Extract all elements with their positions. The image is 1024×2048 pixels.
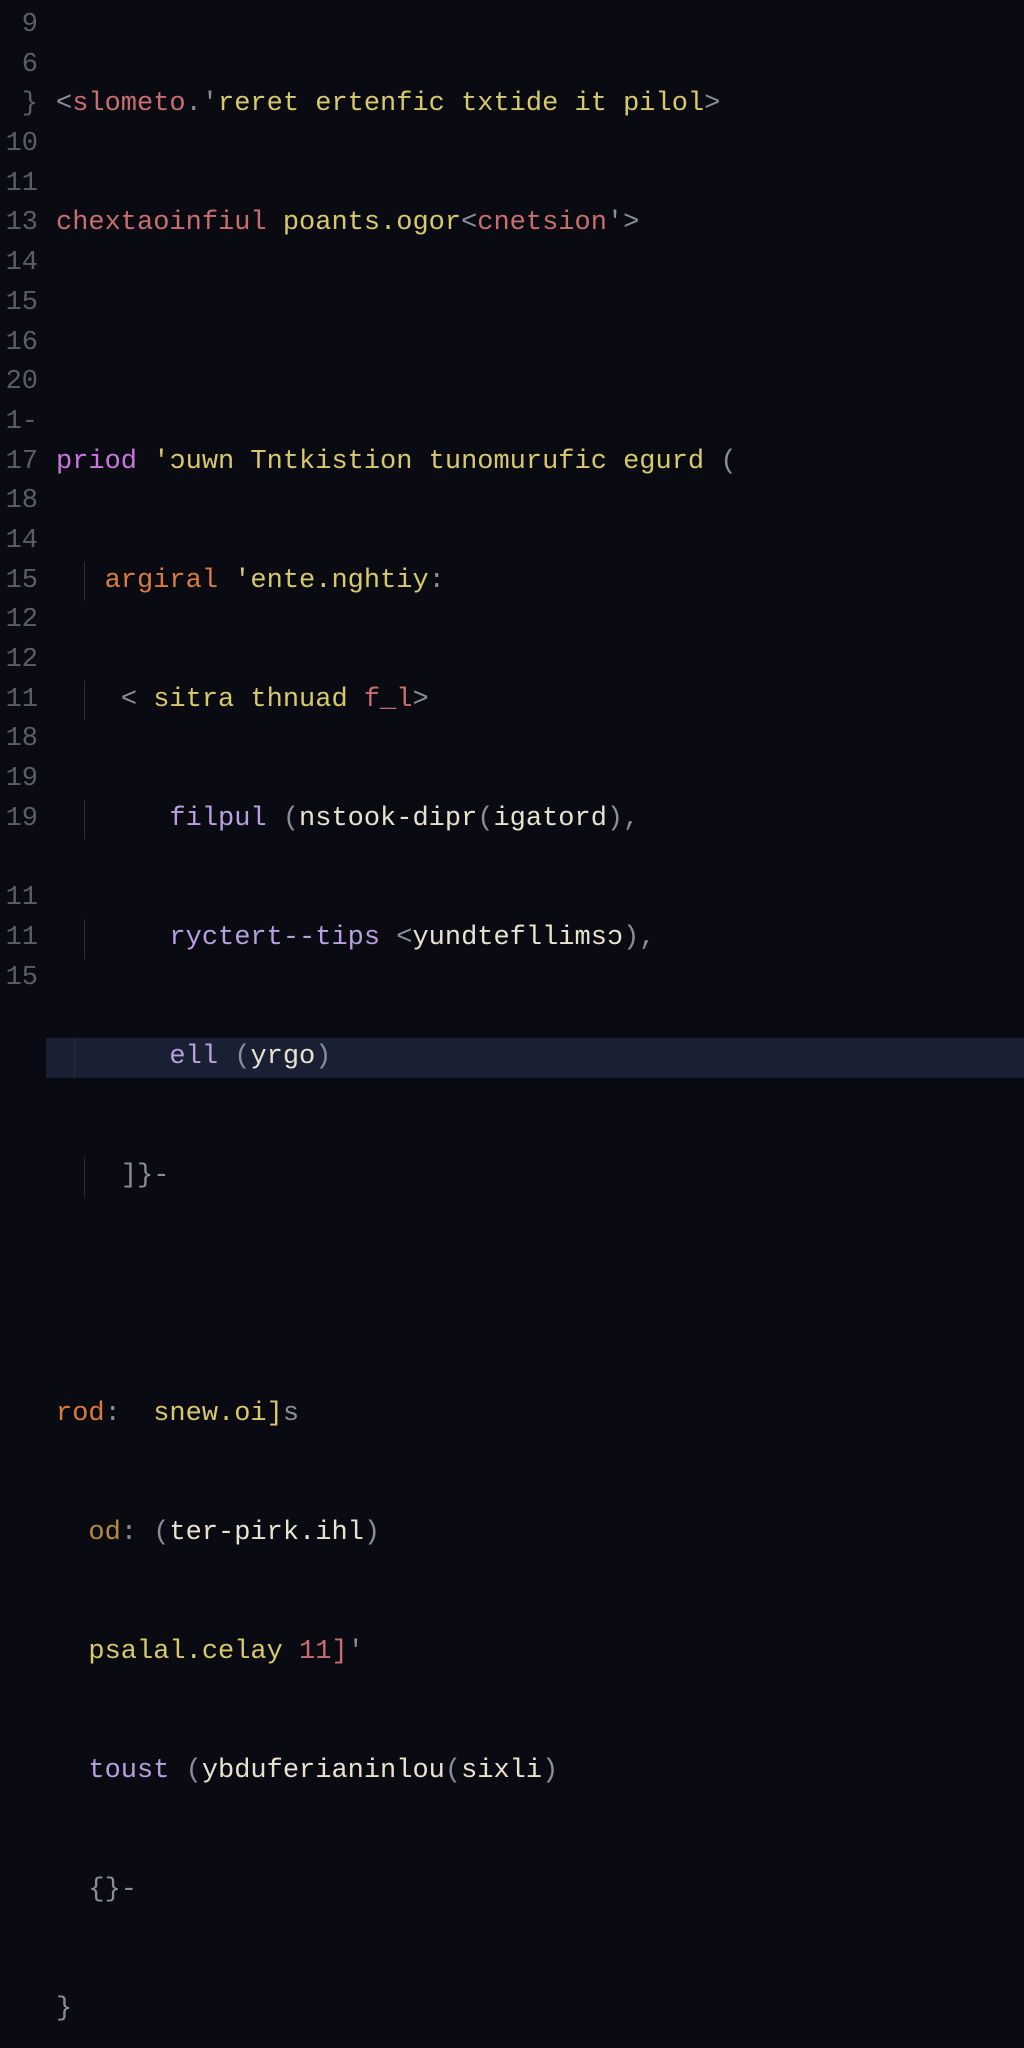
line-number-gutter: 9 6 } 10 11 13 14 15 16 20 1- 17 18 14 1…: [0, 0, 46, 1024]
code-line[interactable]: }: [56, 1990, 1024, 2030]
code-line[interactable]: {}-: [56, 1871, 1024, 1911]
line-number: 17: [0, 443, 46, 483]
code-line[interactable]: priod 'ɔuwn Tntkistion tunomurufic egurd…: [56, 443, 1024, 483]
code-line[interactable]: psalal.celay 11]': [56, 1633, 1024, 1673]
code-line[interactable]: ]}-: [56, 1157, 1024, 1197]
line-number: 19: [0, 800, 46, 840]
code-editor[interactable]: 9 6 } 10 11 13 14 15 16 20 1- 17 18 14 1…: [0, 0, 1024, 1024]
code-line[interactable]: filpul (nstook-dipr(igatord),: [56, 800, 1024, 840]
line-number: 14: [0, 522, 46, 562]
line-number: 15: [0, 959, 46, 999]
line-number: 9: [0, 6, 46, 46]
line-number: 1-: [0, 403, 46, 443]
code-line-current[interactable]: ell (yrgo): [46, 1038, 1024, 1078]
line-number: [0, 839, 46, 879]
line-number: 13: [0, 204, 46, 244]
line-number: 15: [0, 562, 46, 602]
line-number: 6: [0, 46, 46, 86]
line-number: 11: [0, 919, 46, 959]
line-number: 18: [0, 482, 46, 522]
code-line[interactable]: chextaoinfiul poants.ogor<cnetsion'>: [56, 204, 1024, 244]
line-number: 12: [0, 601, 46, 641]
code-area[interactable]: <slometo.'reret ertenfic txtide it pilol…: [46, 0, 1024, 1024]
line-number: 18: [0, 720, 46, 760]
line-number: }: [0, 85, 46, 125]
line-number: 10: [0, 125, 46, 165]
line-number: 14: [0, 244, 46, 284]
line-number: 20: [0, 363, 46, 403]
code-line[interactable]: toust (ybduferianinlou(sixli): [56, 1752, 1024, 1792]
code-line[interactable]: < sitra thnuad f_l>: [56, 681, 1024, 721]
line-number: 11: [0, 165, 46, 205]
code-line[interactable]: <slometo.'reret ertenfic txtide it pilol…: [56, 85, 1024, 125]
line-number: 11: [0, 879, 46, 919]
code-line[interactable]: rod: snew.oi]s: [56, 1395, 1024, 1435]
line-number: 15: [0, 284, 46, 324]
code-line[interactable]: [56, 1276, 1024, 1316]
code-line[interactable]: ryctert--tips <yundtefllimsɔ),: [56, 919, 1024, 959]
line-number: 19: [0, 760, 46, 800]
code-line[interactable]: [56, 324, 1024, 364]
line-number: 16: [0, 324, 46, 364]
code-line[interactable]: od: (ter-pirk.ihl): [56, 1514, 1024, 1554]
code-line[interactable]: argiral 'ente.nghtiy:: [56, 562, 1024, 602]
line-number: 11: [0, 681, 46, 721]
line-number: 12: [0, 641, 46, 681]
